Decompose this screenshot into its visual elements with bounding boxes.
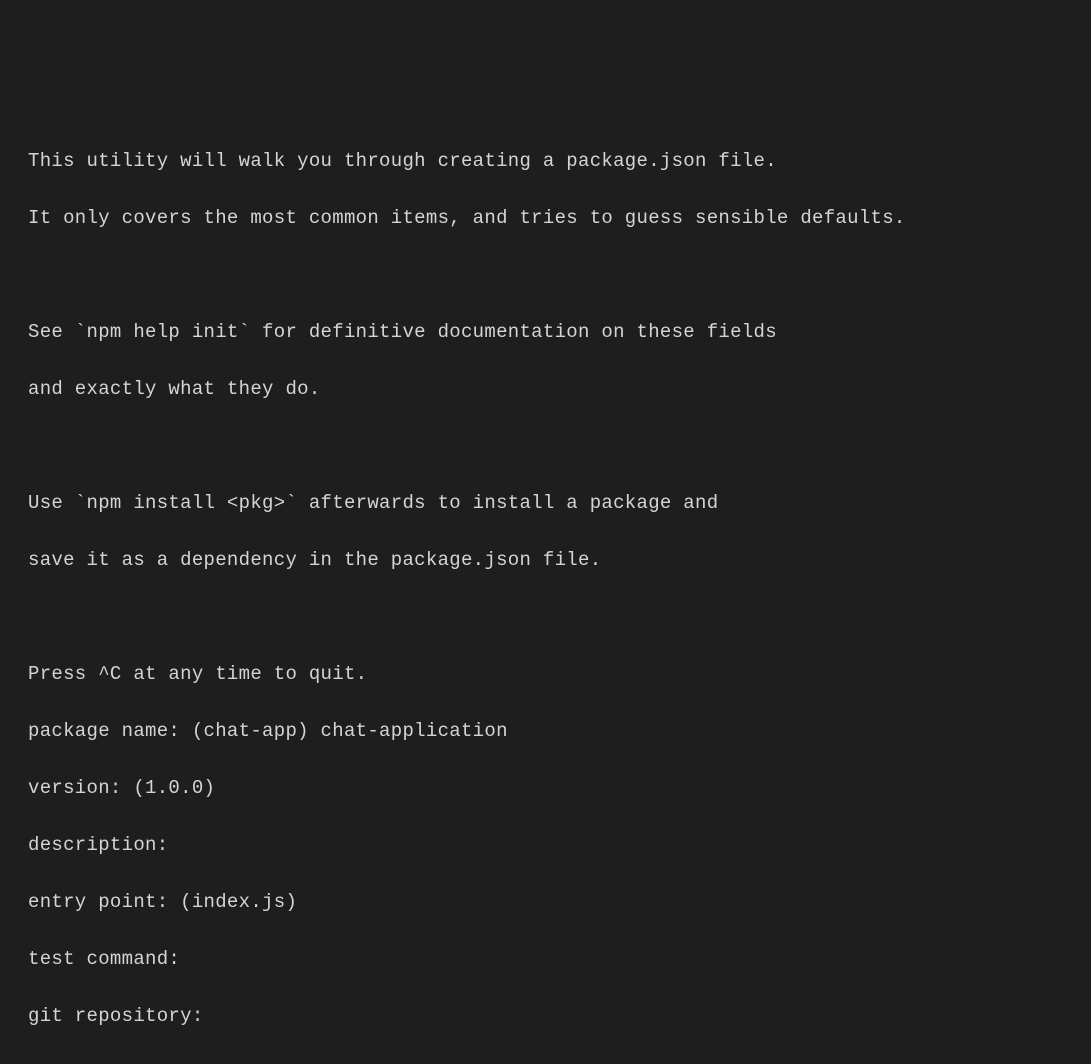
blank-line xyxy=(28,432,1063,461)
intro-line-4: and exactly what they do. xyxy=(28,375,1063,404)
prompt-git-repository[interactable]: git repository: xyxy=(28,1002,1063,1031)
prompt-description[interactable]: description: xyxy=(28,831,1063,860)
intro-line-6: save it as a dependency in the package.j… xyxy=(28,546,1063,575)
blank-line xyxy=(28,603,1063,632)
intro-line-1: This utility will walk you through creat… xyxy=(28,147,1063,176)
prompt-keywords[interactable]: keywords: xyxy=(28,1059,1063,1064)
prompt-version[interactable]: version: (1.0.0) xyxy=(28,774,1063,803)
prompt-package-name[interactable]: package name: (chat-app) chat-applicatio… xyxy=(28,717,1063,746)
intro-line-2: It only covers the most common items, an… xyxy=(28,204,1063,233)
terminal-output[interactable]: This utility will walk you through creat… xyxy=(28,118,1063,642)
prompt-entry-point[interactable]: entry point: (index.js) xyxy=(28,888,1063,917)
quit-instruction: Press ^C at any time to quit. xyxy=(28,660,1063,689)
prompt-test-command[interactable]: test command: xyxy=(28,945,1063,974)
blank-line xyxy=(28,261,1063,290)
intro-line-5: Use `npm install <pkg>` afterwards to in… xyxy=(28,489,1063,518)
intro-line-3: See `npm help init` for definitive docum… xyxy=(28,318,1063,347)
